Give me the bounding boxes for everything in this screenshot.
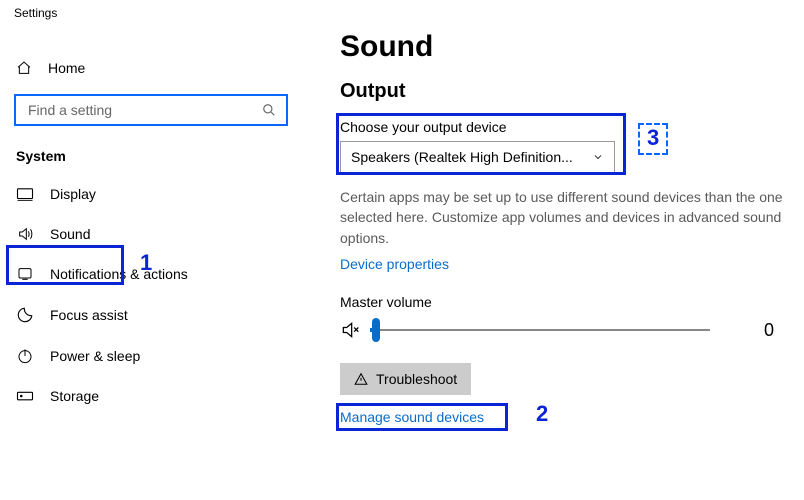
- annotation-label-3: 3: [638, 123, 668, 155]
- nav-list: Display Sound Notifications & actions Fo…: [0, 174, 320, 416]
- warning-icon: [354, 372, 368, 386]
- nav-focus[interactable]: Focus assist: [0, 294, 320, 336]
- search-icon: [262, 103, 276, 117]
- home-icon: [16, 60, 32, 76]
- output-device-value: Speakers (Realtek High Definition...: [351, 149, 573, 165]
- output-description: Certain apps may be set up to use differ…: [340, 187, 790, 248]
- troubleshoot-button[interactable]: Troubleshoot: [340, 363, 471, 395]
- master-volume-label: Master volume: [340, 294, 796, 310]
- nav-sound[interactable]: Sound: [0, 214, 320, 254]
- nav-display[interactable]: Display: [0, 174, 320, 214]
- output-heading: Output: [340, 80, 796, 103]
- volume-slider[interactable]: [370, 320, 710, 340]
- main-content: Sound Output Choose your output device S…: [340, 0, 804, 427]
- notifications-icon: [16, 266, 34, 282]
- volume-row: 0: [340, 320, 796, 341]
- chevron-down-icon: [592, 151, 604, 163]
- output-device-select[interactable]: Speakers (Realtek High Definition...: [340, 141, 615, 173]
- slider-track: [370, 329, 710, 331]
- sidebar: Settings Home System Display: [0, 0, 320, 500]
- volume-value: 0: [764, 320, 796, 341]
- nav-storage[interactable]: Storage: [0, 376, 320, 416]
- search-field[interactable]: [26, 101, 262, 119]
- page-title: Sound: [340, 30, 796, 64]
- mute-icon[interactable]: [340, 320, 360, 340]
- display-icon: [16, 187, 34, 201]
- sound-icon: [16, 226, 34, 242]
- power-icon: [16, 348, 34, 364]
- nav-home-label: Home: [48, 60, 85, 76]
- nav-home[interactable]: Home: [0, 50, 320, 86]
- troubleshoot-label: Troubleshoot: [376, 371, 457, 387]
- section-system: System: [0, 126, 320, 174]
- nav-notifications[interactable]: Notifications & actions: [0, 254, 320, 294]
- focus-icon: [16, 306, 34, 324]
- device-properties-link[interactable]: Device properties: [340, 256, 449, 272]
- annotation-label-1: 1: [140, 250, 152, 276]
- storage-icon: [16, 389, 34, 403]
- annotation-label-2: 2: [536, 401, 548, 427]
- slider-thumb[interactable]: [372, 318, 380, 342]
- manage-sound-devices-link[interactable]: Manage sound devices: [340, 409, 484, 425]
- window-title: Settings: [0, 0, 320, 20]
- nav-power[interactable]: Power & sleep: [0, 336, 320, 376]
- choose-output-label: Choose your output device: [340, 119, 796, 135]
- search-input[interactable]: [14, 94, 288, 126]
